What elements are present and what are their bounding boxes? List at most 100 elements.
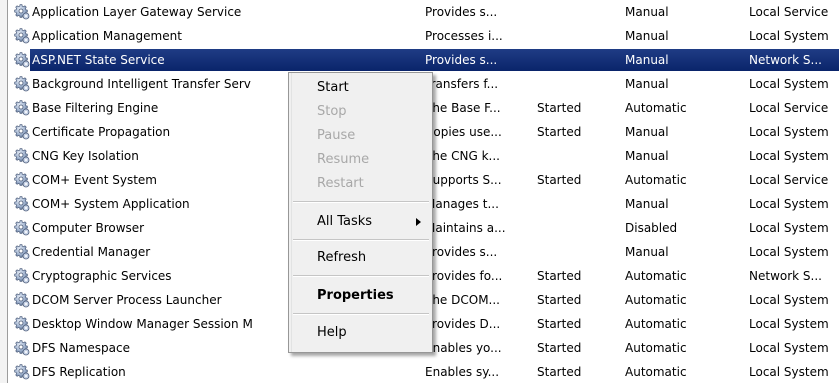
menu-item-start[interactable]: Start — [291, 77, 431, 99]
table-row[interactable]: Application Layer Gateway Service Provide… — [12, 0, 839, 24]
menu-separator — [293, 313, 429, 315]
service-gear-icon — [14, 364, 30, 380]
service-description: Processes i... — [425, 29, 503, 43]
menu-separator — [293, 275, 429, 277]
table-row[interactable]: Application Management Processes i... Manu… — [12, 24, 839, 48]
service-startup-type: Manual — [625, 53, 669, 67]
service-startup-type: Manual — [625, 5, 669, 19]
service-log-on-as: Local System — [749, 125, 829, 139]
service-startup-type: Manual — [625, 77, 669, 91]
menu-item-stop[interactable]: Stop — [291, 101, 431, 123]
service-log-on-as: Local System — [749, 29, 829, 43]
service-description: Provides fo... — [425, 269, 503, 283]
table-row[interactable]: ASP.NET State Service Provides s... Manual… — [12, 48, 839, 72]
service-name: Application Management — [32, 29, 182, 43]
service-description: Provides D... — [425, 317, 501, 331]
menu-item-all-tasks[interactable]: All Tasks — [291, 211, 431, 233]
service-status: Started — [537, 125, 582, 139]
service-status: Started — [537, 293, 582, 307]
service-log-on-as: Local System — [749, 317, 829, 331]
menu-separator — [293, 201, 429, 203]
service-status — [537, 24, 617, 48]
service-startup-type: Automatic — [625, 365, 687, 379]
service-startup-type: Manual — [625, 149, 669, 163]
service-description: The CNG k... — [425, 149, 500, 163]
service-startup-type: Automatic — [625, 269, 687, 283]
service-log-on-as: Local System — [749, 341, 829, 355]
service-description: Provides s... — [425, 5, 498, 19]
service-gear-icon — [14, 268, 30, 284]
service-description: Manages t... — [425, 197, 499, 211]
service-name: DFS Replication — [32, 365, 126, 379]
menu-item-properties[interactable]: Properties — [291, 285, 431, 307]
service-startup-type: Disabled — [625, 221, 678, 235]
service-status: Started — [537, 269, 582, 283]
service-gear-icon — [14, 292, 30, 308]
service-log-on-as: Local System — [749, 221, 829, 235]
menu-item-refresh[interactable]: Refresh — [291, 247, 431, 269]
submenu-arrow-icon — [416, 218, 421, 226]
pane-border — [0, 0, 10, 383]
service-description: Maintains a... — [425, 221, 506, 235]
service-description: Copies use... — [425, 125, 502, 139]
service-status: Started — [537, 101, 582, 115]
service-description: Provides s... — [425, 245, 498, 259]
service-startup-type: Automatic — [625, 317, 687, 331]
service-gear-icon — [14, 196, 30, 212]
service-startup-type: Automatic — [625, 173, 687, 187]
service-log-on-as: Local System — [749, 197, 829, 211]
service-log-on-as: Local Service — [749, 101, 829, 115]
service-log-on-as: Local System — [749, 149, 829, 163]
service-description: Enables sy... — [425, 365, 500, 379]
service-log-on-as: Network S... — [749, 269, 822, 283]
menu-item-restart[interactable]: Restart — [291, 173, 431, 195]
service-startup-type: Manual — [625, 125, 669, 139]
service-log-on-as: Network S... — [749, 53, 822, 67]
service-description: Supports S... — [425, 173, 502, 187]
menu-item-help[interactable]: Help — [291, 322, 431, 344]
service-status: Started — [537, 365, 582, 379]
service-gear-icon — [14, 340, 30, 356]
service-status — [537, 216, 617, 240]
service-gear-icon — [14, 148, 30, 164]
service-description: The DCOM... — [425, 293, 500, 307]
service-log-on-as: Local System — [749, 293, 829, 307]
service-gear-icon — [14, 4, 30, 20]
menu-item-pause[interactable]: Pause — [291, 125, 431, 147]
service-startup-type: Automatic — [625, 341, 687, 355]
menu-separator — [293, 239, 429, 241]
service-log-on-as: Local System — [749, 77, 829, 91]
service-gear-icon — [14, 100, 30, 116]
context-menu: Start Stop Pause Resume Restart All Task… — [288, 72, 433, 353]
service-status — [537, 192, 617, 216]
service-startup-type: Manual — [625, 29, 669, 43]
table-row[interactable]: DFS Replication Enables sy... Started Autom… — [12, 360, 839, 383]
service-startup-type: Automatic — [625, 293, 687, 307]
service-description: Transfers f... — [425, 77, 499, 91]
service-startup-type: Manual — [625, 245, 669, 259]
service-status — [537, 0, 617, 24]
service-gear-icon — [14, 244, 30, 260]
menu-item-all-tasks-label: All Tasks — [317, 214, 373, 229]
service-gear-icon — [14, 76, 30, 92]
service-status — [537, 144, 617, 168]
service-gear-icon — [14, 124, 30, 140]
menu-item-resume[interactable]: Resume — [291, 149, 431, 171]
service-status: Started — [537, 317, 582, 331]
service-startup-type: Automatic — [625, 101, 687, 115]
service-name: ASP.NET State Service — [32, 53, 165, 67]
service-gear-icon — [14, 220, 30, 236]
service-log-on-as: Local Service — [749, 5, 829, 19]
service-status — [537, 240, 617, 264]
service-name: Application Layer Gateway Service — [32, 5, 242, 19]
service-description: Provides s... — [425, 53, 498, 67]
service-status — [537, 48, 617, 72]
service-log-on-as: Local System — [749, 245, 829, 259]
service-startup-type: Manual — [625, 197, 669, 211]
service-description: The Base F... — [425, 101, 501, 115]
service-status: Started — [537, 341, 582, 355]
service-log-on-as: Local Service — [749, 173, 829, 187]
service-status — [537, 72, 617, 96]
service-gear-icon — [14, 52, 30, 68]
service-status: Started — [537, 173, 582, 187]
